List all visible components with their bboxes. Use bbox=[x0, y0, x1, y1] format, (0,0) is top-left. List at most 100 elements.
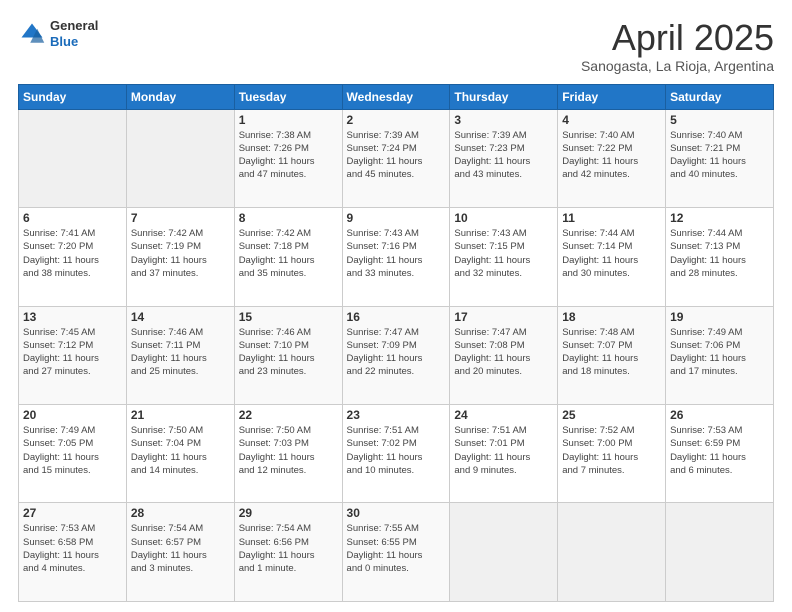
day-number: 12 bbox=[670, 211, 769, 225]
calendar-cell: 18 Sunrise: 7:48 AM Sunset: 7:07 PM Dayli… bbox=[558, 306, 666, 404]
day-number: 6 bbox=[23, 211, 122, 225]
day-number: 2 bbox=[347, 113, 446, 127]
calendar-cell: 22 Sunrise: 7:50 AM Sunset: 7:03 PM Dayli… bbox=[234, 405, 342, 503]
calendar-cell: 12 Sunrise: 7:44 AM Sunset: 7:13 PM Dayli… bbox=[666, 208, 774, 306]
week-row-1: 6 Sunrise: 7:41 AM Sunset: 7:20 PM Daylig… bbox=[19, 208, 774, 306]
logo-blue-text: Blue bbox=[50, 34, 98, 50]
day-detail: Sunrise: 7:39 AM Sunset: 7:24 PM Dayligh… bbox=[347, 129, 446, 182]
day-detail: Sunrise: 7:38 AM Sunset: 7:26 PM Dayligh… bbox=[239, 129, 338, 182]
calendar-cell: 20 Sunrise: 7:49 AM Sunset: 7:05 PM Dayli… bbox=[19, 405, 127, 503]
week-row-3: 20 Sunrise: 7:49 AM Sunset: 7:05 PM Dayli… bbox=[19, 405, 774, 503]
day-number: 1 bbox=[239, 113, 338, 127]
calendar-cell: 3 Sunrise: 7:39 AM Sunset: 7:23 PM Daylig… bbox=[450, 109, 558, 207]
day-detail: Sunrise: 7:42 AM Sunset: 7:18 PM Dayligh… bbox=[239, 227, 338, 280]
day-detail: Sunrise: 7:54 AM Sunset: 6:57 PM Dayligh… bbox=[131, 522, 230, 575]
calendar-cell: 8Sunrise: 7:42 AM Sunset: 7:18 PM Daylig… bbox=[234, 208, 342, 306]
col-thursday: Thursday bbox=[450, 84, 558, 109]
day-detail: Sunrise: 7:53 AM Sunset: 6:58 PM Dayligh… bbox=[23, 522, 122, 575]
header: General Blue April 2025 Sanogasta, La Ri… bbox=[18, 18, 774, 74]
col-friday: Friday bbox=[558, 84, 666, 109]
day-detail: Sunrise: 7:48 AM Sunset: 7:07 PM Dayligh… bbox=[562, 326, 661, 379]
calendar-subtitle: Sanogasta, La Rioja, Argentina bbox=[581, 58, 774, 74]
calendar-cell: 2 Sunrise: 7:39 AM Sunset: 7:24 PM Daylig… bbox=[342, 109, 450, 207]
day-detail: Sunrise: 7:53 AM Sunset: 6:59 PM Dayligh… bbox=[670, 424, 769, 477]
day-detail: Sunrise: 7:52 AM Sunset: 7:00 PM Dayligh… bbox=[562, 424, 661, 477]
day-number: 28 bbox=[131, 506, 230, 520]
day-detail: Sunrise: 7:39 AM Sunset: 7:23 PM Dayligh… bbox=[454, 129, 553, 182]
calendar-cell: 4Sunrise: 7:40 AM Sunset: 7:22 PM Daylig… bbox=[558, 109, 666, 207]
day-number: 10 bbox=[454, 211, 553, 225]
day-detail: Sunrise: 7:41 AM Sunset: 7:20 PM Dayligh… bbox=[23, 227, 122, 280]
day-number: 4 bbox=[562, 113, 661, 127]
day-detail: Sunrise: 7:46 AM Sunset: 7:11 PM Dayligh… bbox=[131, 326, 230, 379]
day-detail: Sunrise: 7:51 AM Sunset: 7:02 PM Dayligh… bbox=[347, 424, 446, 477]
day-number: 26 bbox=[670, 408, 769, 422]
day-number: 3 bbox=[454, 113, 553, 127]
week-row-0: 1 Sunrise: 7:38 AM Sunset: 7:26 PM Daylig… bbox=[19, 109, 774, 207]
col-monday: Monday bbox=[126, 84, 234, 109]
calendar-cell: 17Sunrise: 7:47 AM Sunset: 7:08 PM Dayli… bbox=[450, 306, 558, 404]
calendar-table: Sunday Monday Tuesday Wednesday Thursday… bbox=[18, 84, 774, 602]
calendar-cell: 6 Sunrise: 7:41 AM Sunset: 7:20 PM Daylig… bbox=[19, 208, 127, 306]
calendar-cell: 15 Sunrise: 7:46 AM Sunset: 7:10 PM Dayli… bbox=[234, 306, 342, 404]
week-row-2: 13Sunrise: 7:45 AM Sunset: 7:12 PM Dayli… bbox=[19, 306, 774, 404]
day-detail: Sunrise: 7:44 AM Sunset: 7:14 PM Dayligh… bbox=[562, 227, 661, 280]
calendar-cell: 19 Sunrise: 7:49 AM Sunset: 7:06 PM Dayli… bbox=[666, 306, 774, 404]
day-number: 21 bbox=[131, 408, 230, 422]
day-number: 27 bbox=[23, 506, 122, 520]
calendar-header-row: Sunday Monday Tuesday Wednesday Thursday… bbox=[19, 84, 774, 109]
calendar-cell: 24Sunrise: 7:51 AM Sunset: 7:01 PM Dayli… bbox=[450, 405, 558, 503]
calendar-cell: 30 Sunrise: 7:55 AM Sunset: 6:55 PM Dayli… bbox=[342, 503, 450, 602]
day-detail: Sunrise: 7:45 AM Sunset: 7:12 PM Dayligh… bbox=[23, 326, 122, 379]
col-saturday: Saturday bbox=[666, 84, 774, 109]
calendar-cell: 25Sunrise: 7:52 AM Sunset: 7:00 PM Dayli… bbox=[558, 405, 666, 503]
day-number: 9 bbox=[347, 211, 446, 225]
calendar-cell: 16Sunrise: 7:47 AM Sunset: 7:09 PM Dayli… bbox=[342, 306, 450, 404]
calendar-cell bbox=[126, 109, 234, 207]
calendar-cell: 21 Sunrise: 7:50 AM Sunset: 7:04 PM Dayli… bbox=[126, 405, 234, 503]
day-number: 11 bbox=[562, 211, 661, 225]
day-detail: Sunrise: 7:50 AM Sunset: 7:03 PM Dayligh… bbox=[239, 424, 338, 477]
day-number: 5 bbox=[670, 113, 769, 127]
col-wednesday: Wednesday bbox=[342, 84, 450, 109]
day-number: 16 bbox=[347, 310, 446, 324]
calendar-cell: 10 Sunrise: 7:43 AM Sunset: 7:15 PM Dayli… bbox=[450, 208, 558, 306]
day-number: 17 bbox=[454, 310, 553, 324]
day-number: 15 bbox=[239, 310, 338, 324]
day-detail: Sunrise: 7:40 AM Sunset: 7:21 PM Dayligh… bbox=[670, 129, 769, 182]
day-detail: Sunrise: 7:54 AM Sunset: 6:56 PM Dayligh… bbox=[239, 522, 338, 575]
page: General Blue April 2025 Sanogasta, La Ri… bbox=[0, 0, 792, 612]
day-number: 19 bbox=[670, 310, 769, 324]
calendar-title: April 2025 bbox=[581, 18, 774, 58]
logo-text: General Blue bbox=[50, 18, 98, 49]
day-detail: Sunrise: 7:43 AM Sunset: 7:16 PM Dayligh… bbox=[347, 227, 446, 280]
day-detail: Sunrise: 7:49 AM Sunset: 7:06 PM Dayligh… bbox=[670, 326, 769, 379]
calendar-cell bbox=[19, 109, 127, 207]
day-detail: Sunrise: 7:44 AM Sunset: 7:13 PM Dayligh… bbox=[670, 227, 769, 280]
logo-icon bbox=[18, 20, 46, 48]
calendar-cell bbox=[450, 503, 558, 602]
day-detail: Sunrise: 7:50 AM Sunset: 7:04 PM Dayligh… bbox=[131, 424, 230, 477]
day-number: 20 bbox=[23, 408, 122, 422]
day-number: 22 bbox=[239, 408, 338, 422]
day-detail: Sunrise: 7:55 AM Sunset: 6:55 PM Dayligh… bbox=[347, 522, 446, 575]
logo-general-text: General bbox=[50, 18, 98, 34]
calendar-cell bbox=[558, 503, 666, 602]
day-number: 30 bbox=[347, 506, 446, 520]
day-detail: Sunrise: 7:49 AM Sunset: 7:05 PM Dayligh… bbox=[23, 424, 122, 477]
day-detail: Sunrise: 7:42 AM Sunset: 7:19 PM Dayligh… bbox=[131, 227, 230, 280]
day-number: 14 bbox=[131, 310, 230, 324]
day-detail: Sunrise: 7:43 AM Sunset: 7:15 PM Dayligh… bbox=[454, 227, 553, 280]
day-number: 24 bbox=[454, 408, 553, 422]
day-number: 23 bbox=[347, 408, 446, 422]
calendar-cell: 13Sunrise: 7:45 AM Sunset: 7:12 PM Dayli… bbox=[19, 306, 127, 404]
week-row-4: 27 Sunrise: 7:53 AM Sunset: 6:58 PM Dayli… bbox=[19, 503, 774, 602]
calendar-cell: 29Sunrise: 7:54 AM Sunset: 6:56 PM Dayli… bbox=[234, 503, 342, 602]
calendar-cell: 26 Sunrise: 7:53 AM Sunset: 6:59 PM Dayli… bbox=[666, 405, 774, 503]
col-tuesday: Tuesday bbox=[234, 84, 342, 109]
calendar-cell: 23 Sunrise: 7:51 AM Sunset: 7:02 PM Dayli… bbox=[342, 405, 450, 503]
day-number: 7 bbox=[131, 211, 230, 225]
calendar-cell: 1 Sunrise: 7:38 AM Sunset: 7:26 PM Daylig… bbox=[234, 109, 342, 207]
day-detail: Sunrise: 7:46 AM Sunset: 7:10 PM Dayligh… bbox=[239, 326, 338, 379]
day-number: 18 bbox=[562, 310, 661, 324]
